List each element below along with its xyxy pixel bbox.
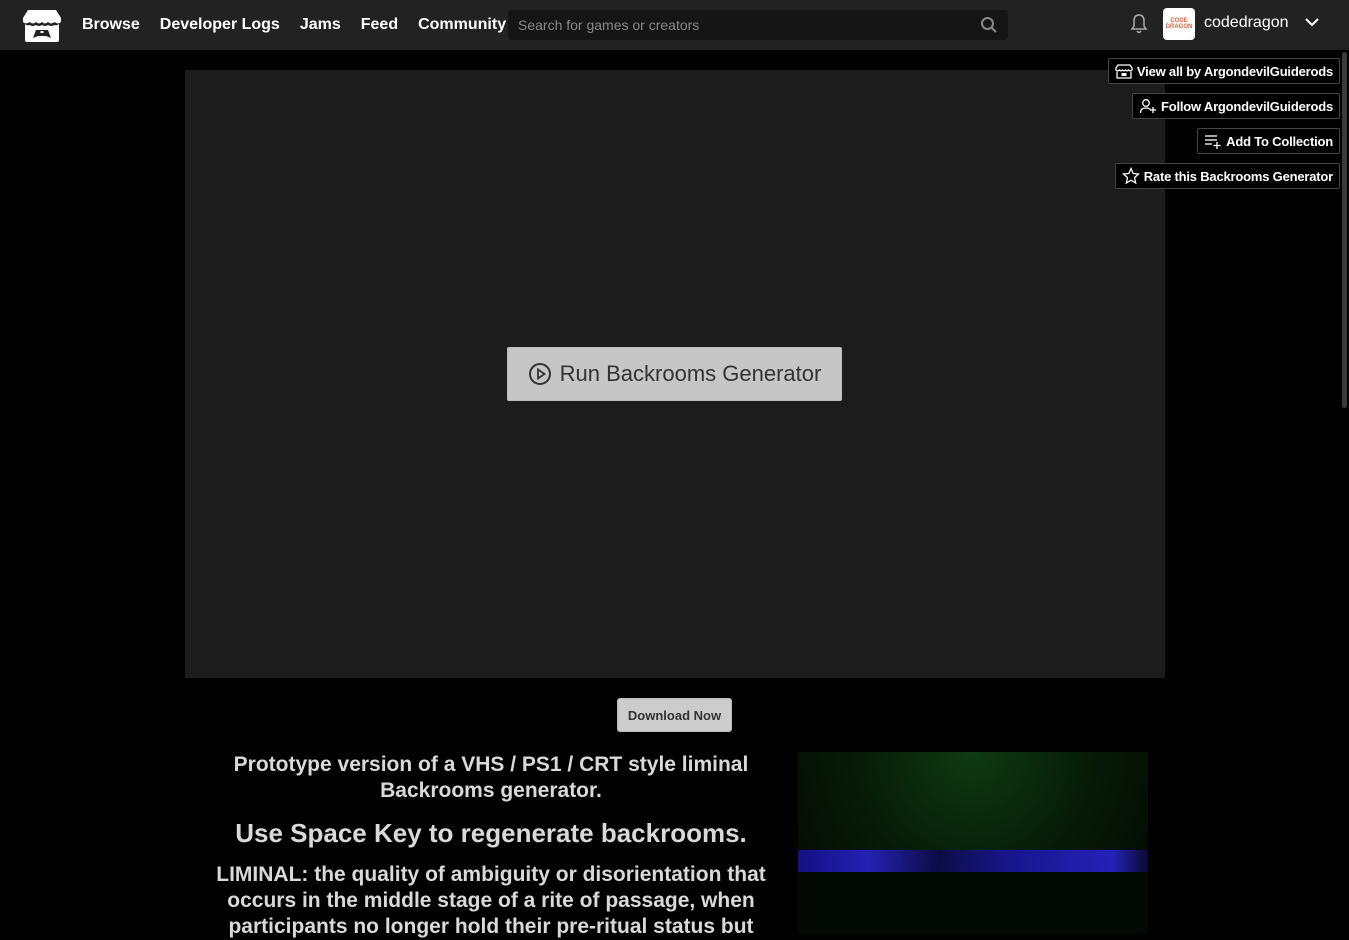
run-game-label: Run Backrooms Generator <box>559 361 822 386</box>
username[interactable]: codedragon <box>1204 14 1289 32</box>
playlist-add-icon <box>1205 135 1221 149</box>
follow-label: Follow ArgondevilGuiderods <box>1161 98 1333 114</box>
download-now-button[interactable]: Download Now <box>617 698 732 732</box>
search-input[interactable] <box>508 10 988 40</box>
play-circle-icon <box>528 363 551 385</box>
top-nav-bar: Browse Developer Logs Jams Feed Communit… <box>0 0 1349 50</box>
follow-creator-button[interactable]: Follow ArgondevilGuiderods <box>1132 93 1340 119</box>
rate-game-button[interactable]: Rate this Backrooms Generator <box>1114 163 1340 189</box>
nav-browse[interactable]: Browse <box>82 16 140 34</box>
nav-jams[interactable]: Jams <box>300 16 341 34</box>
itchio-store-icon <box>1115 64 1133 79</box>
screenshot-light-stripe <box>798 850 1148 872</box>
search-box <box>508 10 1008 40</box>
game-frame: Run Backrooms Generator <box>185 70 1165 678</box>
avatar-text: CODE DRAGON <box>1165 18 1193 30</box>
nav-developer-logs[interactable]: Developer Logs <box>160 16 280 34</box>
main-nav: Browse Developer Logs Jams Feed Communit… <box>82 0 506 50</box>
screenshot-floor <box>798 872 1148 934</box>
scrollbar[interactable] <box>1342 52 1347 408</box>
star-icon <box>1121 167 1140 185</box>
view-all-by-creator-button[interactable]: View all by ArgondevilGuiderods <box>1107 58 1340 84</box>
description-instruction: Use Space Key to regenerate backrooms. <box>235 818 747 848</box>
search-icon[interactable] <box>980 16 998 34</box>
avatar[interactable]: CODE DRAGON <box>1163 8 1195 40</box>
description-definition: LIMINAL: the quality of ambiguity or dis… <box>216 863 766 938</box>
game-screenshot[interactable] <box>798 752 1148 934</box>
notifications-bell-icon[interactable] <box>1129 13 1149 35</box>
add-to-collection-label: Add To Collection <box>1226 133 1333 149</box>
nav-community[interactable]: Community <box>418 16 506 34</box>
run-game-button[interactable]: Run Backrooms Generator <box>507 347 842 401</box>
chevron-down-icon[interactable] <box>1304 16 1320 28</box>
add-to-collection-button[interactable]: Add To Collection <box>1197 128 1340 154</box>
user-plus-icon <box>1139 99 1156 114</box>
itchio-logo-icon[interactable] <box>22 8 62 44</box>
view-all-label: View all by ArgondevilGuiderods <box>1136 63 1333 79</box>
game-description: Prototype version of a VHS / PS1 / CRT s… <box>205 752 777 940</box>
description-intro: Prototype version of a VHS / PS1 / CRT s… <box>233 753 749 802</box>
nav-feed[interactable]: Feed <box>361 16 398 34</box>
rate-label: Rate this Backrooms Generator <box>1143 168 1333 184</box>
